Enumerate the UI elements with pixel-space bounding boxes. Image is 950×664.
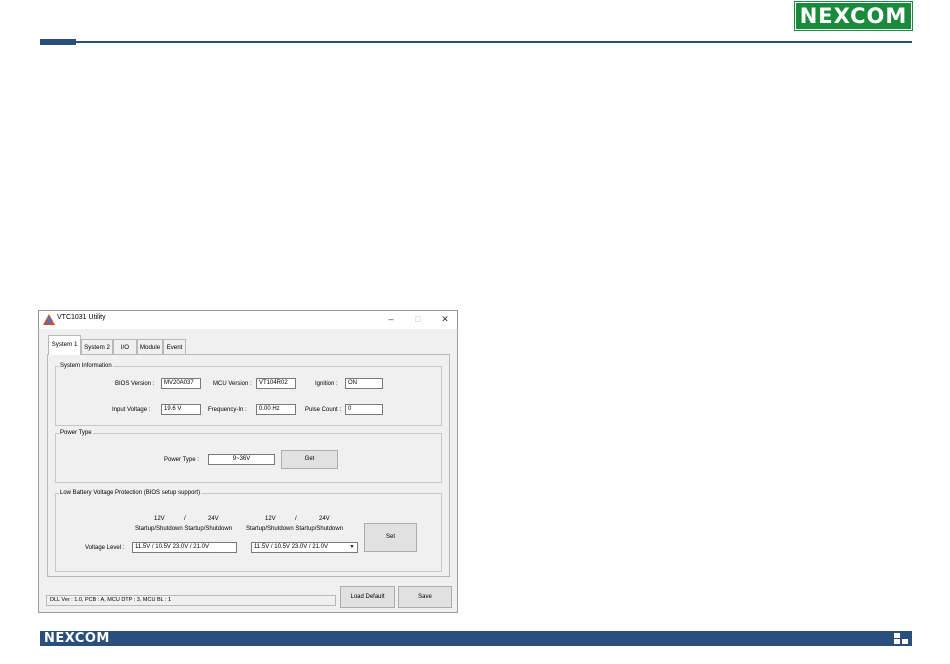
voltage-level-label: Voltage Level : <box>85 545 125 551</box>
mcu-version-field: VT104R02 <box>256 378 296 389</box>
pulse-count-label: Pulse Count : <box>305 407 342 413</box>
tab-panel: System Information BIOS Version : MV20A0… <box>47 354 450 577</box>
tab-system-1[interactable]: System 1 <box>48 335 81 355</box>
tab-event[interactable]: Event <box>163 339 186 355</box>
footer-bar <box>40 631 912 646</box>
save-button[interactable]: Save <box>398 586 452 608</box>
input-voltage-field: 19.6 V <box>161 404 201 415</box>
voltage-level-select-value: 11.5V / 10.5V 23.0V / 21.0V <box>254 544 328 550</box>
tab-system-2[interactable]: System 2 <box>81 339 113 355</box>
frequency-in-field: 0.00 Hz <box>256 404 296 415</box>
header-rule <box>40 41 912 43</box>
frequency-in-label: Frequency-In : <box>208 407 247 413</box>
group2-24v-label: 24V <box>319 516 330 522</box>
title-bar[interactable]: VTC1031 Utility – □ ✕ <box>39 311 457 329</box>
close-button[interactable]: ✕ <box>438 313 452 325</box>
power-type-group: Power Type Power Type : 9~36V Get <box>55 429 442 483</box>
status-bar: DLL Ver : 1.0, PCB : A, MCU DTP : 3, MCU… <box>46 595 336 606</box>
input-voltage-label: Input Voltage : <box>112 407 151 413</box>
bios-version-label: BIOS Version : <box>115 381 155 387</box>
group2-startup-shutdown-header: Startup/Shutdown Startup/Shutdown <box>246 526 344 532</box>
get-button[interactable]: Get <box>281 450 338 469</box>
mcu-version-label: MCU Version : <box>213 381 252 387</box>
ignition-label: Ignition : <box>315 381 338 387</box>
power-type-title: Power Type <box>59 429 93 437</box>
app-window: VTC1031 Utility – □ ✕ System 1 System 2 … <box>38 310 458 613</box>
system-information-group: System Information BIOS Version : MV20A0… <box>55 362 442 426</box>
window-title: VTC1031 Utility <box>57 314 106 321</box>
group1-12v-label: 12V <box>154 516 165 522</box>
footer-logo: NEXCOM <box>44 631 110 646</box>
ignition-field: ON <box>345 378 383 389</box>
system-information-title: System Information <box>59 362 113 370</box>
footer-squares-icon <box>894 633 910 645</box>
chevron-down-icon[interactable]: ▼ <box>348 544 356 551</box>
set-button[interactable]: Set <box>364 523 417 552</box>
low-battery-group: Low Battery Voltage Protection (BIOS set… <box>55 489 442 572</box>
load-default-button[interactable]: Load Default <box>340 586 395 608</box>
group2-12v-label: 12V <box>265 516 276 522</box>
group2-slash: / <box>295 516 297 522</box>
group1-startup-shutdown-header: Startup/Shutdown Startup/Shutdown <box>135 526 233 532</box>
group1-24v-label: 24V <box>208 516 219 522</box>
voltage-level-select[interactable]: 11.5V / 10.5V 23.0V / 21.0V ▼ <box>251 542 358 553</box>
maximize-button[interactable]: □ <box>411 313 425 325</box>
nexcom-logo: NEXCOM <box>794 1 913 31</box>
minimize-button[interactable]: – <box>384 313 398 325</box>
power-type-field: 9~36V <box>208 454 275 465</box>
tab-io[interactable]: I/O <box>113 339 137 355</box>
power-type-label: Power Type : <box>164 457 199 463</box>
bios-version-field: MV20A037 <box>161 378 201 389</box>
app-icon <box>43 314 55 325</box>
low-battery-title: Low Battery Voltage Protection (BIOS set… <box>59 489 202 497</box>
group1-slash: / <box>184 516 186 522</box>
voltage-level-field: 11.5V / 10.5V 23.0V / 21.0V <box>132 542 237 553</box>
tab-module[interactable]: Module <box>137 339 163 355</box>
pulse-count-field: 0 <box>345 404 383 415</box>
